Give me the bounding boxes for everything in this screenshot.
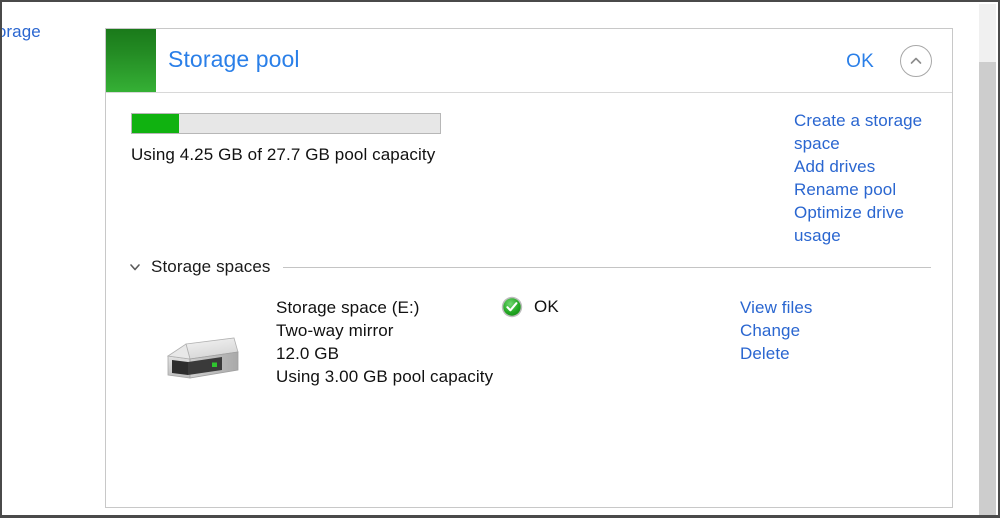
vertical-scrollbar[interactable] <box>979 4 996 515</box>
change-link[interactable]: Change <box>740 319 870 342</box>
scrollbar-thumb[interactable] <box>979 62 996 515</box>
green-check-icon <box>501 296 523 318</box>
hard-drive-icon <box>164 334 242 390</box>
panel-body: Using 4.25 GB of 27.7 GB pool capacity C… <box>106 93 952 508</box>
storage-space-row[interactable]: Storage space (E:) Two-way mirror 12.0 G… <box>146 296 936 396</box>
storage-space-info: Storage space (E:) Two-way mirror 12.0 G… <box>276 296 506 388</box>
pool-status-text: OK <box>846 51 874 72</box>
pool-capacity-block: Using 4.25 GB of 27.7 GB pool capacity <box>131 113 551 165</box>
pool-capacity-label: Using 4.25 GB of 27.7 GB pool capacity <box>131 145 436 164</box>
pool-actions-list: Create a storage space Add drives Rename… <box>794 109 934 247</box>
pool-capacity-bar <box>131 113 441 134</box>
section-divider <box>282 266 931 268</box>
storage-space-actions: View files Change Delete <box>740 296 870 365</box>
status-text: OK <box>534 297 559 316</box>
chevron-up-icon[interactable] <box>900 45 932 77</box>
storage-space-size: 12.0 GB <box>276 344 340 363</box>
add-drives-link[interactable]: Add drives <box>794 155 934 178</box>
storage-space-resiliency: Two-way mirror <box>276 321 394 340</box>
storage-spaces-window: torage Storage pool OK Using 4.25 GB of … <box>0 0 1000 518</box>
clipped-left-text: torage <box>2 22 41 41</box>
pool-capacity-fill <box>132 114 180 133</box>
section-label-storage-spaces: Storage spaces <box>151 257 271 276</box>
page-title: Storage pool <box>168 46 300 72</box>
chevron-down-icon <box>119 260 151 274</box>
optimize-drive-usage-link[interactable]: Optimize drive usage <box>794 201 934 247</box>
storage-space-name: Storage space (E:) <box>276 298 420 317</box>
section-header-storage-spaces[interactable]: Storage spaces <box>119 248 941 286</box>
view-files-link[interactable]: View files <box>740 296 870 319</box>
panel-header: Storage pool OK <box>106 29 952 93</box>
storage-pool-accent-block <box>106 29 156 92</box>
storage-space-pool-usage: Using 3.00 GB pool capacity <box>276 367 494 386</box>
rename-pool-link[interactable]: Rename pool <box>794 178 934 201</box>
storage-pool-panel: Storage pool OK Using 4.25 GB of 27.7 GB… <box>105 28 953 508</box>
status-badge: OK <box>501 296 559 318</box>
delete-link[interactable]: Delete <box>740 342 870 365</box>
create-a-storage-space-link[interactable]: Create a storage space <box>794 109 934 155</box>
